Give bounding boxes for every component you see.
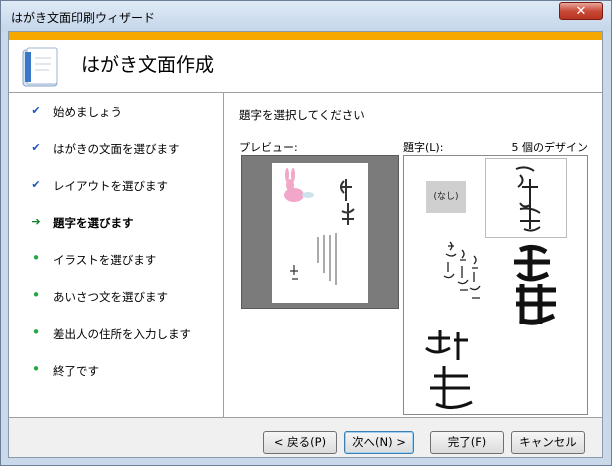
bullet-icon: • <box>31 286 41 304</box>
design-option-none[interactable]: (なし) <box>426 181 466 213</box>
step-start: ✔ 始めましょう <box>9 101 223 121</box>
step-greeting: • あいさつ文を選びます <box>9 286 223 306</box>
title-list-label: 題字(L): <box>403 141 444 154</box>
step-label: イラストを選びます <box>53 253 157 267</box>
step-label: あいさつ文を選びます <box>53 290 168 304</box>
arrow-right-icon: ➔ <box>31 215 41 228</box>
check-icon: ✔ <box>31 178 41 191</box>
bullet-icon: • <box>31 249 41 267</box>
wizard-book-icon <box>22 47 58 87</box>
wizard-window: はがき文面印刷ウィザード ✕ はがき文面作成 ✔ 始めましょう ✔ はがきの文面… <box>0 0 612 466</box>
back-button[interactable]: < 戻る(P) <box>263 431 337 454</box>
finish-button[interactable]: 完了(F) <box>430 431 504 454</box>
content-panel: 題字を選択してください プレビュー: 題字(L): 5 個のデザイン (なし) <box>224 93 602 417</box>
step-card-text: ✔ はがきの文面を選びます <box>9 138 223 158</box>
close-button[interactable]: ✕ <box>559 2 603 20</box>
step-finish: • 終了です <box>9 360 223 380</box>
step-label: レイアウトを選びます <box>53 179 168 193</box>
footer-divider <box>9 417 602 418</box>
design-option-selected[interactable] <box>485 158 567 238</box>
page-title: はがき文面作成 <box>81 54 215 76</box>
step-label: 差出人の住所を入力します <box>53 327 191 341</box>
calligraphy-design-2[interactable] <box>500 240 580 330</box>
step-sender-address: • 差出人の住所を入力します <box>9 323 223 343</box>
postcard-preview <box>272 163 368 303</box>
wizard-client: はがき文面作成 ✔ 始めましょう ✔ はがきの文面を選びます ✔ レイアウトを選… <box>8 31 603 458</box>
window-title: はがき文面印刷ウィザード <box>11 11 156 25</box>
bullet-icon: • <box>31 323 41 341</box>
check-icon: ✔ <box>31 104 41 117</box>
next-button[interactable]: 次へ(N) > <box>344 431 414 454</box>
title-design-list[interactable]: (なし) <box>403 155 588 415</box>
step-label: 題字を選びます <box>53 216 134 230</box>
preview-label: プレビュー: <box>239 141 298 154</box>
step-label: 始めましょう <box>53 105 122 119</box>
calligraphy-design-1 <box>515 166 541 232</box>
step-label: 終了です <box>53 364 99 378</box>
steps-sidebar: ✔ 始めましょう ✔ はがきの文面を選びます ✔ レイアウトを選びます ➔ 題字… <box>9 93 224 417</box>
step-layout: ✔ レイアウトを選びます <box>9 175 223 195</box>
step-illustration: • イラストを選びます <box>9 249 223 269</box>
calligraphy-design-3[interactable] <box>434 236 494 326</box>
calligraphy-design-4[interactable] <box>418 326 488 416</box>
card-preview <box>241 155 399 309</box>
postcard-illustration <box>284 168 355 285</box>
title-bar[interactable]: はがき文面印刷ウィザード ✕ <box>1 1 611 31</box>
instruction-text: 題字を選択してください <box>239 108 365 122</box>
step-title-calligraphy: ➔ 題字を選びます <box>9 212 223 232</box>
cancel-button[interactable]: キャンセル <box>511 431 585 454</box>
step-label: はがきの文面を選びます <box>53 142 180 156</box>
wizard-header: はがき文面作成 <box>9 32 602 92</box>
design-count: 5 個のデザイン <box>511 141 589 154</box>
check-icon: ✔ <box>31 141 41 154</box>
bullet-icon: • <box>31 360 41 378</box>
